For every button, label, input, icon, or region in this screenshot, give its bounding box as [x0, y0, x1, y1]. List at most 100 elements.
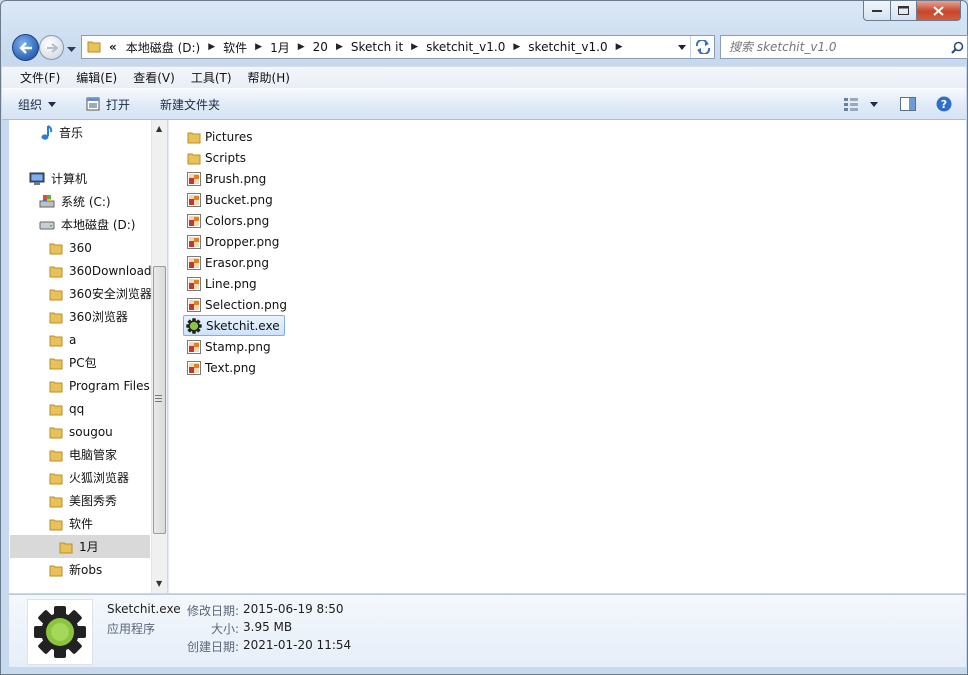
- tree-item-label: a: [69, 332, 77, 347]
- tree-item-folder[interactable]: 360: [49, 236, 92, 259]
- tree-item-folder-selected[interactable]: 1月: [10, 535, 150, 558]
- folder-icon: [187, 151, 201, 165]
- file-item[interactable]: Colors.png: [185, 210, 273, 231]
- organize-label: 组织: [18, 97, 43, 112]
- tree-item-label: 美图秀秀: [69, 494, 118, 508]
- tree-item-folder[interactable]: a: [49, 328, 76, 351]
- image-file-icon: [187, 213, 201, 228]
- breadcrumb-item[interactable]: 软件: [219, 39, 251, 56]
- tree-item-folder[interactable]: 美图秀秀: [49, 489, 117, 512]
- menu-tools[interactable]: 工具(T): [183, 67, 240, 89]
- chevron-down-icon: [678, 44, 686, 50]
- breadcrumb-separator-icon[interactable]: ▶: [332, 42, 347, 52]
- navigation-scrollbar[interactable]: ▲ ▼: [151, 120, 167, 593]
- tree-item-label: qq: [69, 401, 85, 416]
- navigation-pane: 音乐 计算机 系统 (C:) 本地磁盘 (D:) 360 360Download…: [9, 120, 151, 593]
- file-item[interactable]: Line.png: [185, 273, 261, 294]
- back-button[interactable]: [12, 34, 39, 61]
- menu-view[interactable]: 查看(V): [125, 67, 183, 89]
- new-folder-button[interactable]: 新建文件夹: [160, 96, 220, 113]
- tree-item-folder[interactable]: 360浏览器: [49, 305, 128, 328]
- chevron-down-icon[interactable]: [870, 101, 878, 107]
- tree-item-label: 360安全浏览器: [69, 287, 151, 301]
- maximize-icon: [898, 6, 909, 15]
- breadcrumb-item[interactable]: 本地磁盘 (D:): [122, 39, 204, 56]
- history-dropdown[interactable]: [67, 42, 76, 56]
- tree-item-folder[interactable]: 新obs: [49, 558, 102, 581]
- tree-item-folder[interactable]: 火狐浏览器: [49, 466, 129, 489]
- caption-buttons: [863, 1, 961, 21]
- tree-item-label: 软件: [69, 517, 94, 531]
- tree-item-label: 火狐浏览器: [69, 471, 130, 485]
- breadcrumb-separator-icon[interactable]: ▶: [251, 42, 266, 52]
- menu-edit[interactable]: 编辑(E): [68, 67, 125, 89]
- open-program-icon: [86, 97, 100, 111]
- search-input[interactable]: [729, 40, 947, 54]
- preview-pane-icon[interactable]: [900, 97, 916, 111]
- close-button[interactable]: [917, 1, 961, 21]
- organize-button[interactable]: 组织: [18, 96, 57, 113]
- tree-item-music[interactable]: 音乐: [39, 121, 83, 144]
- breadcrumb-item[interactable]: 20: [309, 40, 332, 54]
- breadcrumb-separator-icon[interactable]: ▶: [509, 42, 524, 52]
- breadcrumb-separator-icon[interactable]: ▶: [407, 42, 422, 52]
- file-item[interactable]: Brush.png: [185, 168, 270, 189]
- tree-item-folder[interactable]: sougou: [49, 420, 113, 443]
- breadcrumb-item[interactable]: sketchit_v1.0: [422, 40, 509, 54]
- details-modified-label: 修改日期:: [187, 604, 240, 618]
- help-icon[interactable]: ?: [936, 96, 952, 112]
- refresh-button[interactable]: [690, 36, 714, 58]
- view-options-icon[interactable]: [844, 97, 858, 111]
- tree-item-folder[interactable]: qq: [49, 397, 84, 420]
- file-item[interactable]: Selection.png: [185, 294, 291, 315]
- file-item[interactable]: Sketchit.exe: [183, 315, 285, 336]
- tree-item-folder[interactable]: PC包: [49, 351, 97, 374]
- folder-icon: [49, 264, 63, 278]
- file-item[interactable]: Scripts: [185, 147, 250, 168]
- file-item[interactable]: Erasor.png: [185, 252, 273, 273]
- breadcrumb-separator-icon[interactable]: ▶: [612, 42, 627, 52]
- minimize-icon: [872, 9, 882, 12]
- tree-item-drive-c[interactable]: 系统 (C:): [39, 190, 111, 213]
- minimize-button[interactable]: [863, 1, 891, 21]
- file-name: Pictures: [205, 129, 253, 144]
- tree-item-label: sougou: [69, 424, 113, 439]
- file-item[interactable]: Bucket.png: [185, 189, 277, 210]
- breadcrumb-item[interactable]: Sketch it: [347, 40, 407, 54]
- file-item[interactable]: Stamp.png: [185, 336, 275, 357]
- scroll-up-icon[interactable]: ▲: [156, 124, 162, 133]
- address-bar[interactable]: « 本地磁盘 (D:) ▶ 软件 ▶ 1月 ▶ 20 ▶ Sketch it ▶ sket…: [81, 35, 715, 59]
- menu-file[interactable]: 文件(F): [12, 67, 68, 89]
- breadcrumb-separator-icon[interactable]: ▶: [204, 42, 219, 52]
- file-item[interactable]: Dropper.png: [185, 231, 283, 252]
- menu-help[interactable]: 帮助(H): [240, 67, 298, 89]
- search-icon[interactable]: [947, 41, 967, 54]
- details-size-label: 大小:: [211, 622, 240, 636]
- tree-item-computer[interactable]: 计算机: [29, 167, 87, 190]
- file-item[interactable]: Text.png: [185, 357, 260, 378]
- tree-item-folder[interactable]: Program Files: [49, 374, 150, 397]
- tree-item-folder[interactable]: 电脑管家: [49, 443, 117, 466]
- scroll-down-icon[interactable]: ▼: [156, 579, 162, 588]
- file-item[interactable]: Pictures: [185, 126, 257, 147]
- tree-item-folder[interactable]: 软件: [49, 512, 93, 535]
- folder-icon: [49, 356, 63, 370]
- folder-icon: [49, 494, 63, 508]
- breadcrumb-item[interactable]: 1月: [266, 39, 294, 56]
- breadcrumb-item[interactable]: sketchit_v1.0: [524, 40, 611, 54]
- explorer-window: « 本地磁盘 (D:) ▶ 软件 ▶ 1月 ▶ 20 ▶ Sketch it ▶ sket…: [0, 0, 968, 675]
- forward-button[interactable]: [39, 35, 64, 60]
- refresh-icon: [695, 40, 710, 54]
- details-pane: Sketchit.exe 应用程序 修改日期: 2015-06-19 8:50 …: [9, 594, 966, 667]
- tree-item-folder[interactable]: 360安全浏览器: [49, 282, 151, 305]
- breadcrumb-separator-icon[interactable]: ▶: [294, 42, 309, 52]
- close-icon: [933, 5, 944, 16]
- folder-icon: [49, 517, 63, 531]
- tree-item-folder[interactable]: 360Downloads: [49, 259, 151, 282]
- file-name: Brush.png: [205, 171, 267, 186]
- open-button[interactable]: 打开: [86, 96, 130, 113]
- maximize-button[interactable]: [891, 1, 917, 21]
- address-dropdown[interactable]: [674, 36, 690, 58]
- tree-item-drive-d[interactable]: 本地磁盘 (D:): [39, 213, 135, 236]
- breadcrumb-overflow[interactable]: «: [107, 40, 122, 54]
